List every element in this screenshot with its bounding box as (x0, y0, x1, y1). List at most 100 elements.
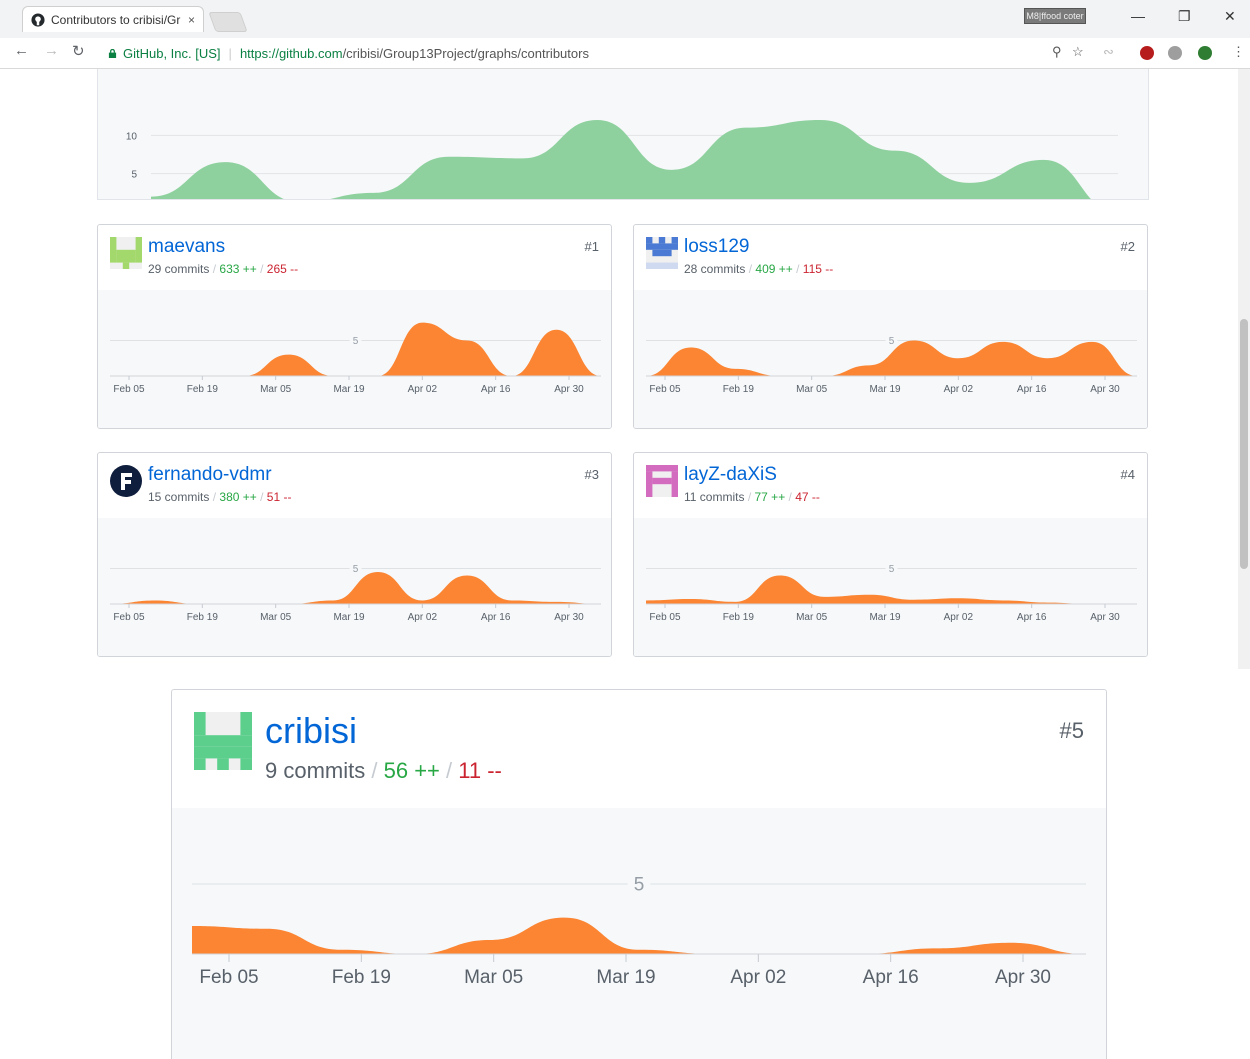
new-tab-button[interactable] (208, 12, 248, 32)
close-icon[interactable]: × (188, 13, 195, 27)
x-tick-label: Feb 19 (723, 384, 755, 395)
contributor-stats: 29 commits / 633 ++ / 265 -- (148, 262, 298, 276)
contributor-graph: 5 Feb 05 Feb 19 Mar 05 Mar 19 Apr 02 Apr 16 Apr… (634, 290, 1147, 428)
additions-count: 633 ++ (219, 262, 257, 276)
x-tick-label: Mar 05 (260, 612, 292, 623)
card-header: layZ-daXiS 11 commits / 77 ++ / 47 -- #4 (634, 453, 1147, 519)
browser-toolbar: ← → ↻ GitHub, Inc. [US] | https://github… (0, 38, 1250, 69)
avatar[interactable] (646, 237, 678, 269)
x-tick-label: Apr 02 (408, 612, 438, 623)
contributor-rank: #1 (584, 239, 599, 254)
x-tick-label: Mar 05 (260, 384, 292, 395)
x-tick-label: Apr 30 (1090, 384, 1120, 395)
area-series[interactable] (192, 917, 1086, 954)
y-tick-label: 5 (131, 170, 137, 181)
minimize-icon[interactable]: — (1131, 8, 1145, 24)
stat-separator: / (371, 758, 378, 783)
reload-icon[interactable]: ↻ (72, 42, 85, 60)
contributor-graph: 5 Feb 05 Feb 19 Mar 05 Mar 19 Apr 02 Apr 16 Apr… (98, 518, 611, 656)
deletions-count: 265 -- (266, 262, 299, 276)
x-tick-label: Apr 30 (1090, 612, 1120, 623)
contributor-login[interactable]: cribisi (265, 710, 357, 752)
y-ref-label: 5 (889, 336, 895, 347)
avatar[interactable] (110, 465, 142, 497)
forward-arrow-icon[interactable]: → (44, 42, 59, 59)
card-header: maevans 29 commits / 633 ++ / 265 -- #1 (98, 225, 611, 291)
restore-icon[interactable]: ❐ (1178, 8, 1191, 25)
menu-icon[interactable]: ⋮ (1232, 44, 1245, 60)
x-tick-label: Feb 19 (723, 612, 755, 623)
x-tick-label: Feb 05 (113, 384, 145, 395)
avatar[interactable] (646, 465, 678, 497)
area-series[interactable] (110, 322, 601, 376)
contributor-rank: #4 (1120, 467, 1135, 482)
deletions-count: 51 -- (266, 490, 292, 504)
contributor-card: layZ-daXiS 11 commits / 77 ++ / 47 -- #4… (633, 452, 1148, 657)
commit-count[interactable]: 28 commits (684, 262, 745, 276)
contributor-rank: #2 (1120, 239, 1135, 254)
avatar[interactable] (194, 712, 252, 770)
stat-separator: / (260, 262, 264, 276)
address-bar[interactable]: GitHub, Inc. [US] | https://github.com /… (98, 41, 1094, 65)
back-arrow-icon[interactable]: ← (14, 42, 29, 59)
area-series[interactable] (110, 572, 601, 604)
x-tick-label: Apr 02 (944, 612, 974, 623)
x-tick-label: Apr 16 (1017, 612, 1047, 623)
deletions-count: 47 -- (795, 490, 820, 504)
contributor-rank: #3 (584, 467, 599, 482)
github-icon (31, 12, 45, 27)
stat-separator: / (212, 262, 217, 276)
x-tick-label: Mar 19 (596, 967, 655, 988)
x-tick-label: Apr 16 (481, 612, 511, 623)
x-tick-label: Feb 05 (649, 612, 681, 623)
deletions-count: 11 -- (458, 758, 502, 783)
contributor-stats: 9 commits / 56 ++ / 11 -- (265, 758, 502, 784)
x-tick-label: Mar 05 (796, 612, 828, 623)
zoom-icon[interactable]: ⚲ (1052, 44, 1062, 60)
x-tick-label: Mar 19 (869, 612, 901, 623)
y-ref-label: 5 (353, 564, 359, 575)
additions-count: 56 ++ (383, 758, 440, 783)
contributor-card-expanded: cribisi 9 commits / 56 ++ / 11 -- #5 5 Fe… (171, 689, 1107, 1059)
contributor-graph: 5 Feb 05 Feb 19 Mar 05 Mar 19 Apr 02 Apr 16 Apr… (172, 808, 1106, 1059)
area-series[interactable] (151, 120, 1118, 212)
y-ref-label: 5 (634, 875, 645, 896)
window-close-icon[interactable]: ✕ (1224, 8, 1236, 25)
card-header: loss129 28 commits / 409 ++ / 115 -- #2 (634, 225, 1147, 291)
commit-count[interactable]: 29 commits (148, 262, 209, 276)
y-ref-label: 5 (353, 336, 359, 347)
x-tick-label: Feb 19 (187, 612, 219, 623)
contributor-graph: 5 Feb 05 Feb 19 Mar 05 Mar 19 Apr 02 Apr 16 Apr… (98, 290, 611, 428)
card-header: fernando-vdmr 15 commits / 380 ++ / 51 -… (98, 453, 611, 519)
stat-separator: / (747, 490, 752, 504)
check-extension-icon[interactable] (1198, 46, 1212, 60)
area-series[interactable] (646, 575, 1137, 604)
overview-chart: 0510Feb 05Feb 12Feb 19Feb 26Mar 05Mar 12… (126, 120, 1135, 231)
commit-count[interactable]: 15 commits (148, 490, 209, 504)
contributor-login[interactable]: loss129 (684, 236, 750, 258)
x-tick-label: Apr 02 (730, 967, 786, 988)
contributor-login[interactable]: fernando-vdmr (148, 464, 272, 486)
ublock-icon[interactable] (1140, 46, 1154, 60)
contributor-chart: 5 Feb 05 Feb 19 Mar 05 Mar 19 Apr 02 Apr 16 Apr… (646, 334, 1137, 395)
stat-separator: / (446, 758, 453, 783)
lock-icon (108, 48, 117, 58)
url-host: https://github.com (239, 45, 343, 61)
scrollbar[interactable] (1238, 69, 1250, 669)
url-separator: | (228, 45, 232, 61)
extension-badge[interactable]: M8|ffood coter (1024, 8, 1086, 24)
x-tick-label: Mar 19 (333, 612, 365, 623)
contributor-login[interactable]: layZ-daXiS (684, 464, 777, 486)
scrollbar-thumb[interactable] (1240, 319, 1248, 569)
y-tick-label: 10 (126, 131, 138, 142)
avatar[interactable] (110, 237, 142, 269)
commit-count[interactable]: 9 commits (265, 758, 365, 783)
contributor-stats: 11 commits / 77 ++ / 47 -- (684, 490, 820, 504)
extension-icon[interactable]: ∾ (1103, 44, 1114, 60)
bookmark-star-icon[interactable]: ☆ (1072, 44, 1084, 60)
commit-count[interactable]: 11 commits (684, 490, 744, 504)
browser-tab[interactable]: Contributors to cribisi/Gr × (22, 6, 204, 32)
contributor-login[interactable]: maevans (148, 236, 225, 258)
w-extension-icon[interactable] (1168, 46, 1182, 60)
stat-separator: / (796, 262, 800, 276)
